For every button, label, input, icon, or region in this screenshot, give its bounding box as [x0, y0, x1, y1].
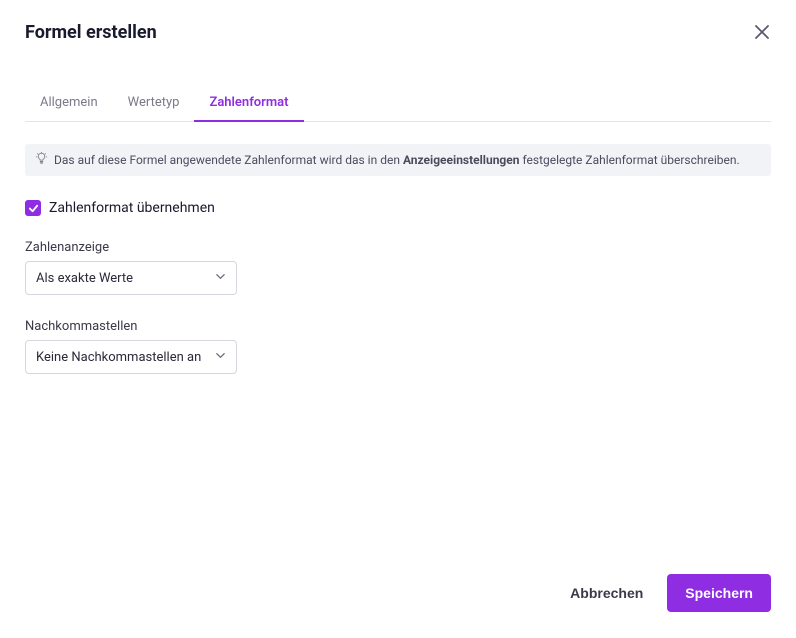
info-text-post: festgelegte Zahlenformat überschreiben. — [520, 153, 740, 167]
tabs: Allgemein Wertetyp Zahlenformat — [25, 85, 771, 122]
decimals-field: Nachkommastellen Keine Nachkommastellen … — [25, 319, 771, 374]
decimals-value: Keine Nachkommastellen an — [36, 350, 209, 365]
dialog-title: Formel erstellen — [25, 22, 157, 43]
chevron-down-icon — [215, 271, 226, 286]
info-text-pre: Das auf diese Formel angewendete Zahlenf… — [54, 153, 403, 167]
number-display-label: Zahlenanzeige — [25, 240, 771, 255]
tab-number-format[interactable]: Zahlenformat — [194, 85, 303, 122]
number-display-field: Zahlenanzeige Als exakte Werte — [25, 240, 771, 295]
override-number-format-checkbox[interactable] — [25, 200, 41, 216]
lightbulb-icon — [35, 152, 48, 168]
info-text-bold: Anzeigeeinstellungen — [403, 153, 520, 167]
info-banner: Das auf diese Formel angewendete Zahlenf… — [25, 144, 771, 176]
dialog-header: Formel erstellen — [25, 22, 771, 43]
decimals-select[interactable]: Keine Nachkommastellen an — [25, 340, 237, 374]
number-display-select[interactable]: Als exakte Werte — [25, 261, 237, 295]
info-text: Das auf diese Formel angewendete Zahlenf… — [54, 153, 740, 167]
override-number-format-label: Zahlenformat übernehmen — [49, 200, 215, 216]
cancel-button[interactable]: Abbrechen — [566, 575, 647, 611]
close-icon[interactable] — [755, 25, 771, 41]
save-button[interactable]: Speichern — [667, 574, 771, 612]
decimals-label: Nachkommastellen — [25, 319, 771, 334]
create-formula-dialog: Formel erstellen Allgemein Wertetyp Zahl… — [0, 0, 796, 638]
chevron-down-icon — [215, 350, 226, 365]
tab-general[interactable]: Allgemein — [25, 85, 113, 122]
override-number-format-row: Zahlenformat übernehmen — [25, 200, 771, 216]
dialog-footer: Abbrechen Speichern — [25, 548, 771, 638]
number-display-value: Als exakte Werte — [36, 271, 209, 286]
tab-value-type[interactable]: Wertetyp — [113, 85, 195, 122]
